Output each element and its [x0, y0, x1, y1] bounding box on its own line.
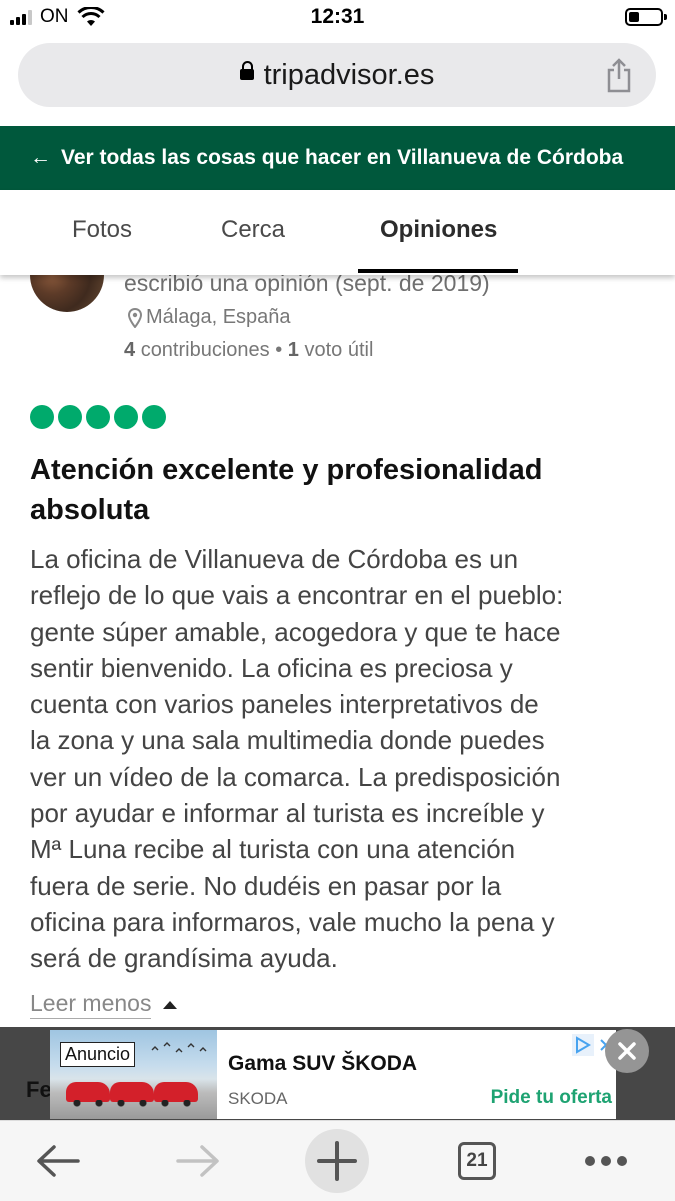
review-body-line: sentir bienvenido. La oficina es precios… [30, 652, 513, 683]
partially-hidden-label: Fe [26, 1077, 52, 1102]
location-text: Málaga, España [146, 306, 291, 328]
lock-icon [239, 60, 254, 80]
more-menu-button[interactable] [566, 1121, 646, 1201]
status-bar: ON 12:31 [0, 0, 675, 38]
back-arrow-icon [37, 1145, 80, 1177]
review-body-line: será de grandísima ayuda. [30, 943, 338, 974]
caret-up-icon [163, 1000, 178, 1009]
plus-icon [317, 1141, 357, 1181]
clock: 12:31 [310, 5, 365, 28]
review-title-line: Atención excelente y profesionalidad [30, 454, 543, 486]
review-body-line: reflejo de lo que vais a encontrar en el… [30, 580, 564, 611]
birds-icon [151, 1042, 207, 1053]
ad-cta-button[interactable]: Pide tu oferta [491, 1087, 612, 1109]
new-tab-circle [305, 1129, 369, 1193]
browser-toolbar: 21 [0, 1120, 675, 1201]
car-image [154, 1082, 198, 1107]
car-image [110, 1082, 154, 1107]
ad-banner[interactable]: Anuncio Gama SUV ŠKODA SKODA Pide tu ofe… [50, 1030, 616, 1119]
helpful-text: voto útil [304, 339, 374, 361]
address-bar[interactable]: tripadvisor.es [18, 43, 656, 107]
rating-bubble [86, 405, 110, 429]
review-body-line: La oficina de Villanueva de Córdoba es u… [30, 544, 519, 574]
active-tab-indicator [358, 269, 518, 273]
forward-arrow-icon [176, 1145, 219, 1177]
back-arrow-icon: ← [30, 146, 51, 169]
ad-title[interactable]: Gama SUV ŠKODA [228, 1052, 417, 1076]
tab-fotos[interactable]: Fotos [72, 216, 132, 244]
new-tab-button[interactable] [297, 1121, 377, 1201]
tab-cerca[interactable]: Cerca [221, 216, 285, 244]
review-body-line: la zona y una sala multimedia donde pued… [30, 725, 545, 756]
review-body-line: cuenta con varios paneles interpretativo… [30, 689, 539, 720]
review-body: La oficina de Villanueva de Córdoba es u… [30, 541, 655, 977]
review-body-line: gente súper amable, acogedora y que te h… [30, 616, 561, 647]
tabs-count-icon: 21 [458, 1142, 496, 1180]
tabs-button[interactable]: 21 [437, 1121, 517, 1201]
forward-button[interactable] [158, 1121, 238, 1201]
stats-separator: • [275, 339, 283, 361]
rating-bubble [142, 405, 166, 429]
share-icon[interactable] [604, 57, 634, 93]
read-less-button[interactable]: Leer menos [30, 990, 178, 1019]
review-body-line: ver un vídeo de la comarca. La predispos… [30, 761, 561, 792]
review-body-line: fuera de serie. No dudéis en pasar por l… [30, 870, 502, 901]
tab-opiniones[interactable]: Opiniones [380, 216, 497, 244]
ad-badge: Anuncio [60, 1042, 136, 1067]
battery-icon [625, 8, 667, 26]
more-dots-icon [585, 1156, 627, 1166]
close-icon [618, 1042, 636, 1060]
rating-bubble [30, 405, 54, 429]
rating-bubble [114, 405, 138, 429]
see-all-things-to-do-link[interactable]: ← Ver todas las cosas que hacer en Villa… [0, 126, 675, 190]
location-pin-icon [128, 307, 142, 328]
car-image [66, 1082, 110, 1107]
helpful-count: 1 [287, 339, 299, 361]
read-less-label: Leer menos [30, 990, 152, 1019]
url-display[interactable]: tripadvisor.es [18, 59, 656, 92]
rating-bubble [58, 405, 82, 429]
ad-brand: SKODA [228, 1089, 288, 1108]
banner-text: Ver todas las cosas que hacer en Villanu… [61, 146, 624, 169]
rating-bubbles [30, 405, 166, 429]
review-title-line: absoluta [30, 494, 150, 526]
url-text: tripadvisor.es [263, 59, 435, 91]
review-body-line: por ayudar e informar al turista es incr… [30, 798, 545, 829]
contrib-count: 4 [124, 339, 136, 361]
review-body-line: oficina para informaros, vale mucho la p… [30, 906, 555, 937]
back-button[interactable] [18, 1121, 98, 1201]
reviewer-stats: 4 contribuciones • 1 voto útil [124, 339, 373, 362]
section-tabs: Fotos Cerca Opiniones [0, 190, 675, 275]
review-title[interactable]: Atención excelente y profesionalidad abs… [30, 450, 630, 530]
contrib-text: contribuciones [140, 339, 270, 361]
reviewer-location: Málaga, España [128, 306, 291, 329]
adchoices-icon[interactable] [572, 1034, 594, 1056]
close-ad-button[interactable] [605, 1029, 649, 1073]
review-body-line: Mª Luna recibe al turista con una atenci… [30, 834, 516, 865]
